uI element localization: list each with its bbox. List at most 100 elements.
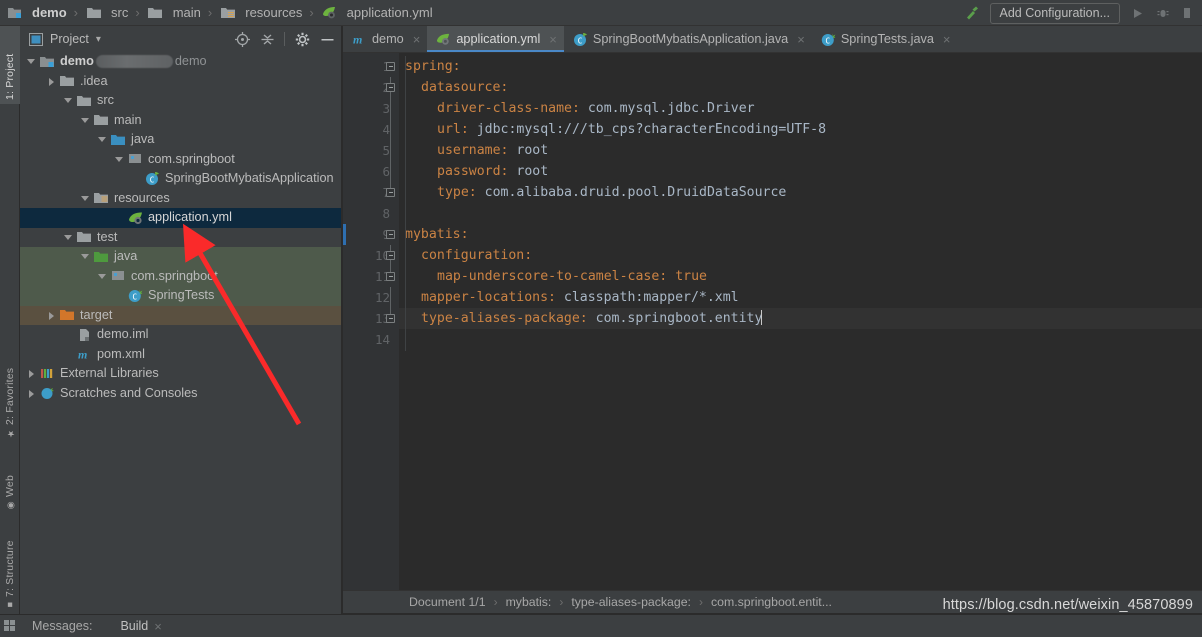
chevron-right-icon[interactable] xyxy=(46,310,57,321)
code-line-14[interactable] xyxy=(399,329,1202,350)
tree-node-demo[interactable]: demo demo xyxy=(20,52,341,72)
code-line-11[interactable]: map-underscore-to-camel-case: true xyxy=(399,266,1202,287)
chevron-right-icon[interactable] xyxy=(26,368,37,379)
chevron-down-icon[interactable] xyxy=(80,251,91,262)
hide-panel-icon[interactable] xyxy=(319,31,335,47)
close-icon[interactable]: × xyxy=(154,619,162,634)
tree-node-src[interactable]: src xyxy=(20,91,341,111)
tree-node-test-package-com-springboot[interactable]: com.springboot xyxy=(20,266,341,286)
code-line-12[interactable]: mapper-locations: classpath:mapper/*.xml xyxy=(399,287,1202,308)
chevron-down-icon[interactable] xyxy=(26,56,37,67)
spring-yaml-icon xyxy=(321,5,338,21)
close-icon[interactable]: × xyxy=(413,32,421,47)
chevron-down-icon[interactable]: ▾ xyxy=(96,34,101,45)
tab-springbootmybatisapplication-java[interactable]: C SpringBootMybatisApplication.java × xyxy=(564,26,812,52)
code-text[interactable]: spring: datasource: driver-class-name: c… xyxy=(399,53,1202,590)
sidebar-item-structure[interactable]: ■ 7: Structure xyxy=(0,526,20,614)
fold-collapse-icon[interactable] xyxy=(386,62,395,71)
fold-end-icon[interactable] xyxy=(386,272,395,281)
tree-node-application-yml[interactable]: application.yml xyxy=(20,208,341,228)
tab-build[interactable]: Build × xyxy=(120,619,161,634)
fold-collapse-icon[interactable] xyxy=(386,83,395,92)
document-position[interactable]: Document 1/1 xyxy=(409,595,486,609)
code-line-1[interactable]: spring: xyxy=(399,56,1202,77)
chevron-down-icon[interactable] xyxy=(63,95,74,106)
tree-node-demo-iml[interactable]: demo.iml xyxy=(20,325,341,345)
svg-text:C: C xyxy=(825,36,830,45)
close-icon[interactable]: × xyxy=(943,32,951,47)
tree-node-target[interactable]: target xyxy=(20,305,341,325)
code-line-7[interactable]: type: com.alibaba.druid.pool.DruidDataSo… xyxy=(399,182,1202,203)
text-caret xyxy=(761,310,763,325)
sidebar-item-project[interactable]: 1: Project xyxy=(0,26,20,104)
code-line-5[interactable]: username: root xyxy=(399,140,1202,161)
fold-collapse-icon[interactable] xyxy=(386,230,395,239)
chevron-down-icon[interactable] xyxy=(63,232,74,243)
breadcrumb-label: main xyxy=(172,5,201,20)
breadcrumb-item-resources[interactable]: resources xyxy=(219,5,302,21)
settings-gear-icon[interactable] xyxy=(294,31,310,47)
project-tree[interactable]: demo demo .idea src main java com.spring… xyxy=(20,52,341,614)
fold-end-icon[interactable] xyxy=(386,314,395,323)
chevron-right-icon[interactable] xyxy=(46,76,57,87)
breadcrumb-item-demo[interactable]: demo xyxy=(6,5,67,21)
tree-node-package-com-springboot[interactable]: com.springboot xyxy=(20,150,341,170)
sidebar-item-favorites[interactable]: ★ 2: Favorites xyxy=(0,356,20,442)
code-line-13[interactable]: type-aliases-package: com.springboot.ent… xyxy=(399,308,1202,329)
tree-node-test-java[interactable]: java xyxy=(20,247,341,267)
breadcrumb-item-application-yml[interactable]: application.yml xyxy=(321,5,433,21)
messages-label[interactable]: Messages: xyxy=(32,619,92,633)
tree-node-main-java[interactable]: java xyxy=(20,130,341,150)
chevron-down-icon[interactable] xyxy=(97,134,108,145)
tree-node-label: target xyxy=(80,307,113,322)
more-actions-icon[interactable] xyxy=(1180,4,1198,22)
tab-application-yml[interactable]: application.yml × xyxy=(427,26,564,52)
tab-demo[interactable]: m demo × xyxy=(343,26,427,52)
code-line-8[interactable] xyxy=(399,203,1202,224)
svg-text:C: C xyxy=(150,176,155,185)
code-line-10[interactable]: configuration: xyxy=(399,245,1202,266)
debug-icon[interactable] xyxy=(1154,4,1172,22)
chevron-down-icon[interactable] xyxy=(80,193,91,204)
chevron-right-icon[interactable] xyxy=(26,388,37,399)
code-folding-column[interactable] xyxy=(383,56,399,350)
tree-node-scratches-and-consoles[interactable]: Scratches and Consoles xyxy=(20,384,341,404)
maven-pom-icon: m xyxy=(76,346,93,362)
code-line-9[interactable]: mybatis: xyxy=(399,224,1202,245)
tree-node-pom-xml[interactable]: m pom.xml xyxy=(20,345,341,365)
fold-toggle xyxy=(383,308,399,329)
code-line-2[interactable]: datasource: xyxy=(399,77,1202,98)
tree-node-springtests[interactable]: C SpringTests xyxy=(20,286,341,306)
breadcrumb-item-src[interactable]: src xyxy=(85,5,128,21)
sidebar-item-web[interactable]: ◉ Web xyxy=(0,456,20,514)
chevron-down-icon[interactable] xyxy=(80,115,91,126)
editor-gutter[interactable]: 1 2 3 4 5 6 7 8 9 10 11 12 13 14 xyxy=(343,53,399,590)
tree-node-external-libraries[interactable]: External Libraries xyxy=(20,364,341,384)
code-line-4[interactable]: url: jdbc:mysql:///tb_cps?characterEncod… xyxy=(399,119,1202,140)
code-line-3[interactable]: driver-class-name: com.mysql.jdbc.Driver xyxy=(399,98,1202,119)
tree-node-resources[interactable]: resources xyxy=(20,189,341,209)
tree-node-main[interactable]: main xyxy=(20,111,341,131)
status-crumb-type-aliases-package[interactable]: type-aliases-package: xyxy=(571,595,691,609)
tab-springtests-java[interactable]: C SpringTests.java × xyxy=(812,26,958,52)
show-tool-windows-icon[interactable] xyxy=(0,620,20,632)
locate-target-icon[interactable] xyxy=(234,31,250,47)
tree-node-springbootmybatisapplication[interactable]: C SpringBootMybatisApplication xyxy=(20,169,341,189)
code-line-6[interactable]: password: root xyxy=(399,161,1202,182)
hammer-icon[interactable] xyxy=(964,4,982,22)
code-editor[interactable]: 1 2 3 4 5 6 7 8 9 10 11 12 13 14 xyxy=(343,53,1202,590)
run-icon[interactable] xyxy=(1128,4,1146,22)
collapse-all-icon[interactable] xyxy=(259,31,275,47)
tree-node-idea[interactable]: .idea xyxy=(20,72,341,92)
chevron-down-icon[interactable] xyxy=(97,271,108,282)
status-crumb-mybatis[interactable]: mybatis: xyxy=(506,595,552,609)
close-icon[interactable]: × xyxy=(549,32,557,47)
run-configuration-selector[interactable]: Add Configuration... xyxy=(989,2,1120,24)
tree-node-test[interactable]: test xyxy=(20,228,341,248)
breadcrumb-item-main[interactable]: main xyxy=(147,5,201,21)
close-icon[interactable]: × xyxy=(797,32,805,47)
status-crumb-value[interactable]: com.springboot.entit... xyxy=(711,595,832,609)
fold-end-icon[interactable] xyxy=(386,188,395,197)
chevron-down-icon[interactable] xyxy=(114,154,125,165)
fold-collapse-icon[interactable] xyxy=(386,251,395,260)
